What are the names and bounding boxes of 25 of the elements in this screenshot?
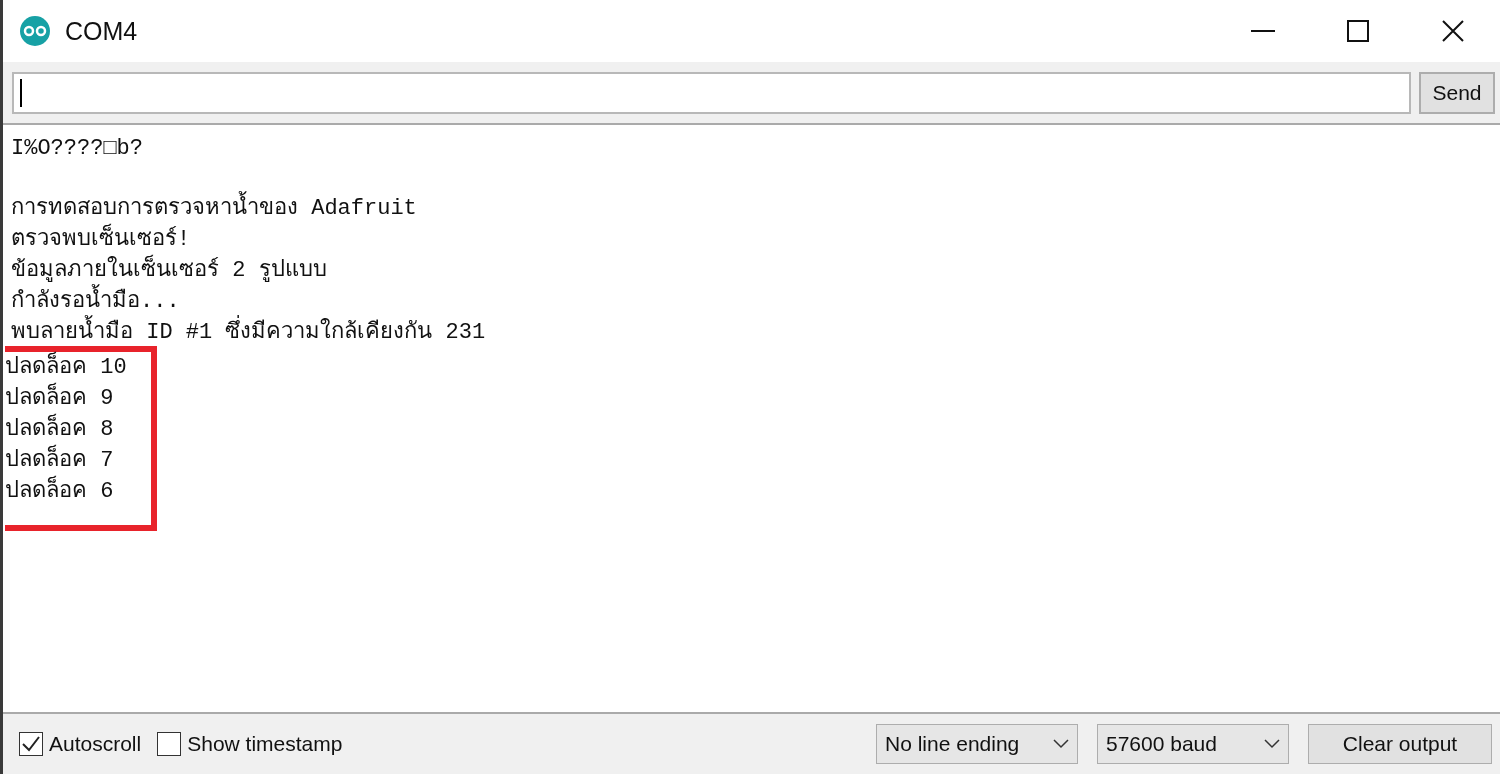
output-line: I%O????□b? [11,135,145,163]
output-line: ปลดล็อค 8 [5,414,127,445]
output-line: ปลดล็อค 7 [5,445,127,476]
dropdown[interactable]: 57600 baud [1097,724,1289,764]
output-line: การทดสอบการตรวจหาน้ำของ Adafruit [11,193,1500,224]
app-logo-icon [19,15,51,47]
window-title: COM4 [65,16,138,46]
checkbox-label: Autoscroll [49,732,142,756]
output-line: ปลดล็อค 10 [5,352,127,383]
send-button[interactable]: Send [1419,71,1495,114]
close-icon[interactable] [1441,20,1464,42]
checkbox-label: Show timestamp [187,732,343,756]
output-line: ตรวจพบเซ็นเซอร์! [11,224,1500,255]
chevron-icon [1264,739,1280,749]
output-line: ปลดล็อค 9 [5,383,127,414]
output-line: พบลายน้ำมือ ID #1 ซึ่งมีความใกล้เคียงกัน 231 [11,317,1500,348]
output-line: ปลดล็อค 6 [5,476,127,507]
minimize-icon[interactable] [1250,30,1275,32]
clear-output-button[interactable]: Clear output [1308,724,1492,764]
dropdown[interactable]: No line ending [876,724,1078,764]
checkbox[interactable] [157,732,182,756]
checkbox[interactable] [19,732,43,756]
message-input-field[interactable] [12,71,1411,114]
chevron-icon [1053,739,1069,749]
maximize-icon[interactable] [1346,20,1369,42]
